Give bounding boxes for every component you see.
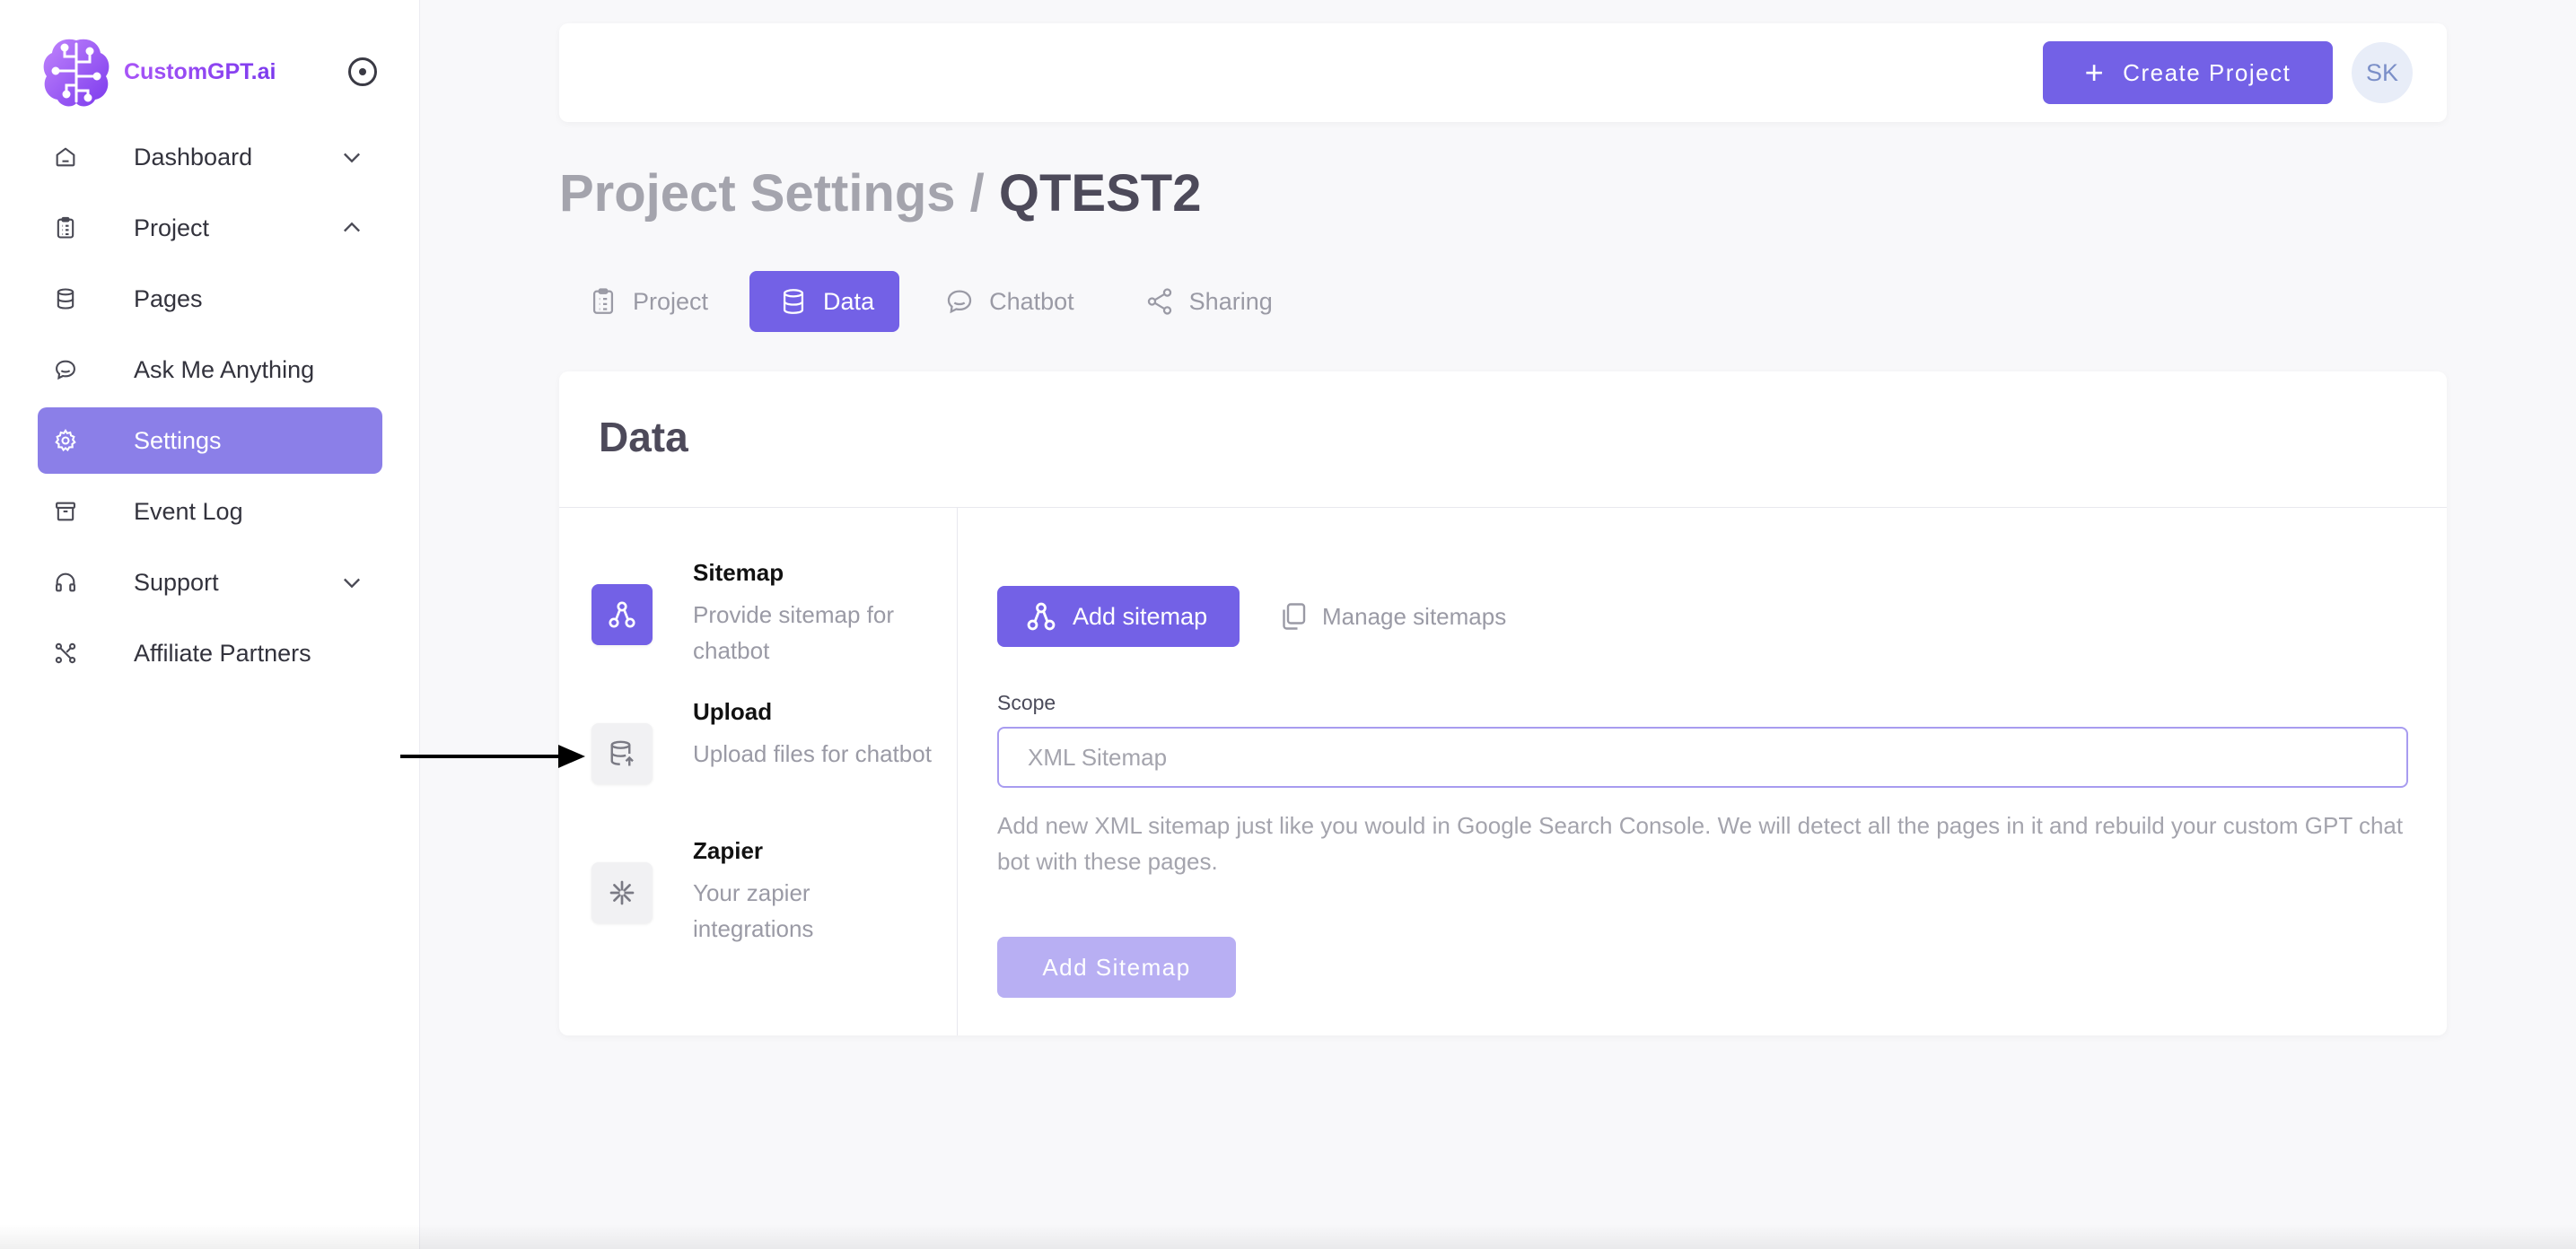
chevron-down-icon bbox=[344, 578, 360, 589]
help-text: Add new XML sitemap just like you would … bbox=[997, 812, 2404, 875]
sidebar-item-label: Dashboard bbox=[134, 143, 253, 170]
sidebar-item-support[interactable]: Support bbox=[38, 549, 382, 616]
tab-label: Sharing bbox=[1188, 287, 1273, 315]
source-description: Upload files for chatbot bbox=[693, 740, 932, 767]
add-sitemap-tab[interactable]: Add sitemap bbox=[997, 586, 1240, 647]
sidebar-item-label: Support bbox=[134, 568, 219, 596]
source-title: Sitemap bbox=[693, 559, 784, 586]
tab-sharing[interactable]: Sharing bbox=[1116, 271, 1298, 332]
tab-chatbot[interactable]: Chatbot bbox=[916, 271, 1100, 332]
share-icon bbox=[1147, 288, 1171, 315]
data-card: Data Sitemap Provide sitemap for chatbot… bbox=[559, 371, 2447, 1035]
chat-icon bbox=[52, 356, 79, 383]
sidebar-item-project[interactable]: Project bbox=[38, 195, 382, 261]
chat-icon bbox=[947, 290, 972, 314]
clipboard-icon bbox=[592, 288, 614, 314]
brain-logo-icon bbox=[43, 39, 110, 107]
source-title: Zapier bbox=[693, 837, 764, 864]
radio-dot-icon bbox=[359, 68, 366, 75]
chevron-up-icon bbox=[344, 222, 360, 232]
source-description: Provide sitemap for chatbot bbox=[693, 601, 894, 664]
create-project-button[interactable]: + Create Project bbox=[2043, 41, 2333, 104]
sidebar-item-event-log[interactable]: Event Log bbox=[38, 478, 382, 545]
sidebar-item-settings[interactable]: Settings bbox=[38, 407, 382, 474]
sidebar-item-label: Project bbox=[134, 214, 210, 241]
divider bbox=[559, 507, 2447, 508]
zapier-icon bbox=[591, 862, 653, 923]
tab-label: Project bbox=[633, 287, 709, 315]
plus-icon: + bbox=[2084, 54, 2106, 91]
page-title-project: QTEST2 bbox=[998, 164, 1202, 223]
clipboard-icon bbox=[52, 214, 79, 241]
archive-icon bbox=[52, 498, 79, 525]
home-icon bbox=[52, 144, 79, 170]
sidebar-item-label: Event Log bbox=[134, 497, 243, 525]
sidebar-item-label: Settings bbox=[134, 426, 222, 454]
create-project-label: Create Project bbox=[2123, 58, 2291, 86]
sidebar-toggle-button[interactable] bbox=[348, 57, 377, 86]
copy-icon bbox=[1283, 603, 1306, 630]
source-description: Your zapier integrations bbox=[693, 879, 814, 942]
sidebar-item-label: Affiliate Partners bbox=[134, 639, 311, 667]
chevron-down-icon bbox=[344, 153, 360, 163]
sidebar: CustomGPT.ai Dashboard Project Pages Ask… bbox=[0, 0, 420, 1249]
tab-label: Chatbot bbox=[989, 287, 1074, 315]
sitemap-icon bbox=[1027, 602, 1056, 631]
scope-label: Scope bbox=[997, 691, 1056, 714]
add-sitemap-submit-button[interactable]: Add Sitemap bbox=[997, 937, 1236, 998]
upload-database-icon bbox=[591, 723, 653, 784]
tab-label: Data bbox=[823, 287, 875, 315]
sidebar-item-affiliate-partners[interactable]: Affiliate Partners bbox=[38, 620, 382, 686]
database-icon bbox=[783, 289, 804, 314]
page-title: Project Settings / QTEST2 bbox=[559, 163, 1202, 223]
sidebar-item-ask-me-anything[interactable]: Ask Me Anything bbox=[38, 336, 382, 403]
sidebar-item-label: Pages bbox=[134, 284, 203, 312]
sidebar-nav: Dashboard Project Pages Ask Me Anything bbox=[38, 124, 382, 691]
divider bbox=[957, 508, 958, 1035]
settings-tabs: Project Data Chatbot Sharing bbox=[559, 271, 1314, 332]
database-icon bbox=[52, 285, 79, 312]
tab-data[interactable]: Data bbox=[749, 271, 900, 332]
headphones-icon bbox=[52, 569, 79, 596]
avatar[interactable]: SK bbox=[2352, 42, 2413, 103]
manage-sitemaps-tab-label: Manage sitemaps bbox=[1322, 602, 1507, 630]
sitemap-url-input[interactable] bbox=[997, 727, 2408, 788]
top-bar: + Create Project SK bbox=[559, 23, 2447, 122]
gear-icon bbox=[52, 427, 79, 454]
network-icon bbox=[52, 640, 79, 667]
card-title: Data bbox=[599, 414, 688, 460]
brand[interactable]: CustomGPT.ai bbox=[38, 34, 276, 109]
sidebar-item-dashboard[interactable]: Dashboard bbox=[38, 124, 382, 190]
sidebar-item-pages[interactable]: Pages bbox=[38, 266, 382, 332]
tab-project[interactable]: Project bbox=[559, 271, 733, 332]
add-sitemap-tab-label: Add sitemap bbox=[1073, 602, 1208, 630]
brand-name: CustomGPT.ai bbox=[124, 58, 276, 84]
manage-sitemaps-tab[interactable]: Manage sitemaps bbox=[1277, 586, 1506, 647]
annotation-arrow-icon bbox=[400, 745, 585, 768]
bottom-shadow bbox=[0, 1224, 2576, 1249]
page-title-prefix: Project Settings / bbox=[559, 164, 999, 223]
sitemap-icon bbox=[591, 584, 653, 645]
sidebar-item-label: Ask Me Anything bbox=[134, 355, 315, 383]
source-title: Upload bbox=[693, 698, 773, 725]
